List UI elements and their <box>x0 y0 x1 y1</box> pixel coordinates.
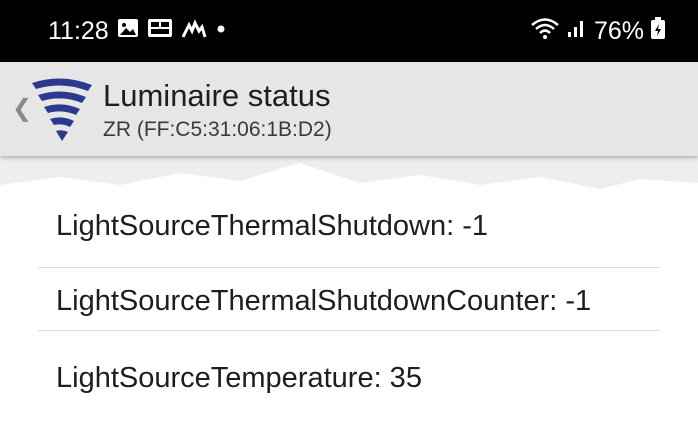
list-item: LightSourceThermalShutdownCounter: -1 <box>38 268 660 331</box>
status-bar: 11:28 76% <box>0 0 698 62</box>
list-item-text: LightSourceThermalShutdownCounter: -1 <box>56 285 592 317</box>
wifi-icon <box>530 16 560 47</box>
list-item: LightSourceThermalShutdown: -1 <box>38 195 660 268</box>
status-time: 11:28 <box>48 16 109 45</box>
app-bar: ❮ Luminaire status ZR (FF:C5:31:06:1B:D2… <box>0 62 698 156</box>
app-bar-titles: Luminaire status ZR (FF:C5:31:06:1B:D2) <box>103 78 332 144</box>
lift-icon <box>181 17 207 46</box>
signal-icon <box>566 17 588 46</box>
image-icon <box>117 17 139 46</box>
list-item: LightSourceTemperature: 35 <box>38 331 660 411</box>
background-silhouette <box>0 155 698 200</box>
media-icon <box>147 17 173 46</box>
battery-icon <box>650 16 666 47</box>
battery-percent: 76% <box>593 16 644 45</box>
page-title: Luminaire status <box>103 78 331 113</box>
status-list: LightSourceThermalShutdown: -1 LightSour… <box>0 195 698 411</box>
status-left: 11:28 <box>48 13 227 49</box>
dot-icon <box>215 17 227 46</box>
list-item-text: LightSourceTemperature: 35 <box>56 362 422 394</box>
list-item-text: LightSourceThermalShutdown: -1 <box>56 210 489 242</box>
status-right: 76% <box>530 13 666 49</box>
device-address: ZR (FF:C5:31:06:1B:D2) <box>103 118 332 141</box>
brand-logo-icon[interactable] <box>30 77 94 143</box>
